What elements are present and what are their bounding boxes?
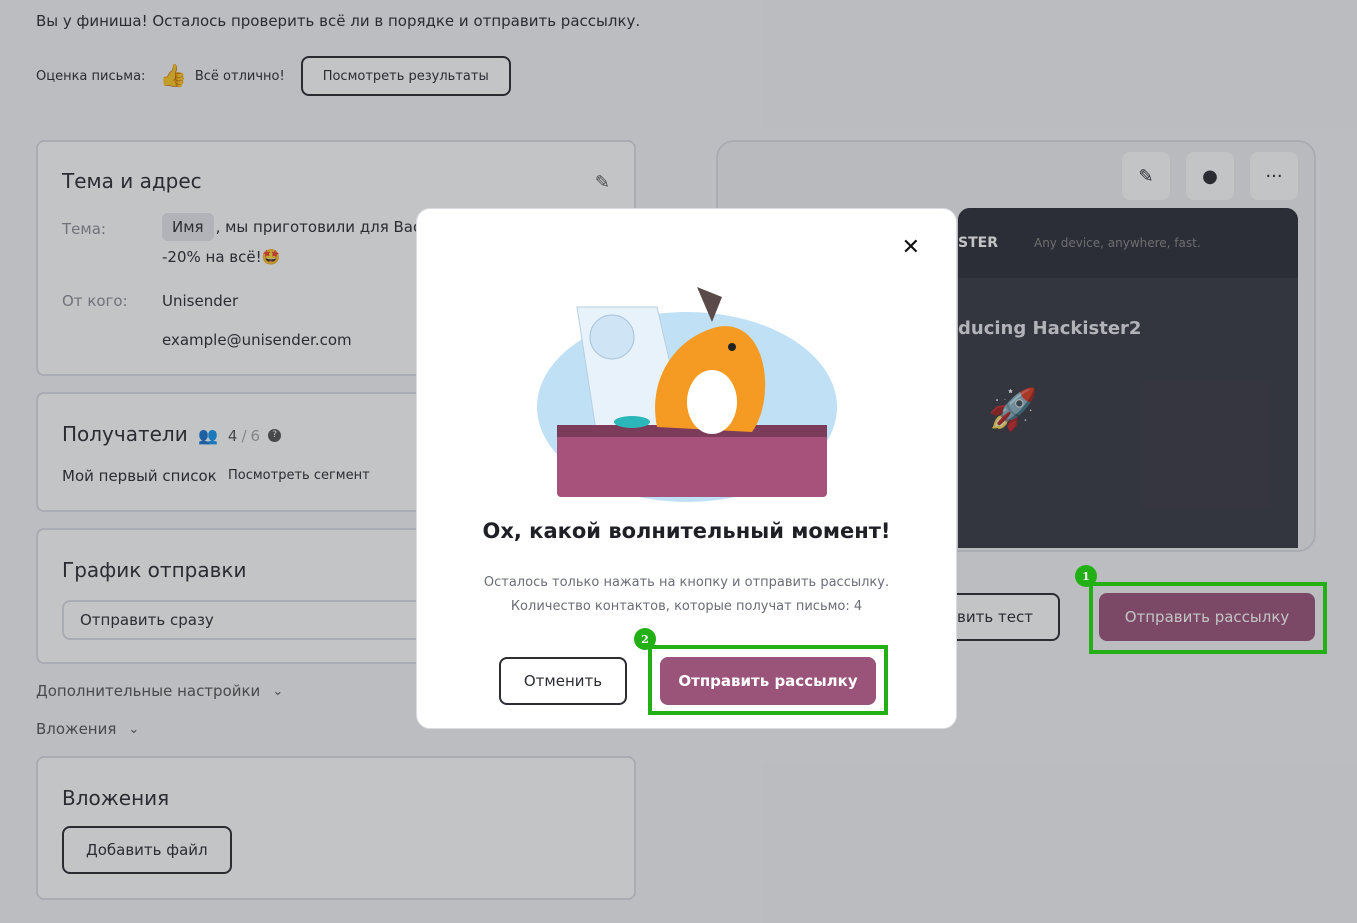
close-icon[interactable]: ✕: [902, 235, 920, 260]
highlight-box-2: [648, 645, 888, 715]
highlight-box-1: [1089, 582, 1327, 654]
modal-desc-line1: Осталось только нажать на кнопку и отпра…: [483, 575, 890, 590]
modal-description: Осталось только нажать на кнопку и отпра…: [417, 571, 956, 619]
fox-rocket-illustration: [537, 287, 837, 502]
step-badge-2: 2: [634, 628, 656, 650]
step-badge-1: 1: [1075, 565, 1097, 587]
modal-title: Ох, какой волнительный момент!: [482, 519, 891, 543]
cancel-button[interactable]: Отменить: [499, 657, 627, 705]
modal-desc-line2: Количество контактов, которые получат пи…: [510, 599, 863, 614]
